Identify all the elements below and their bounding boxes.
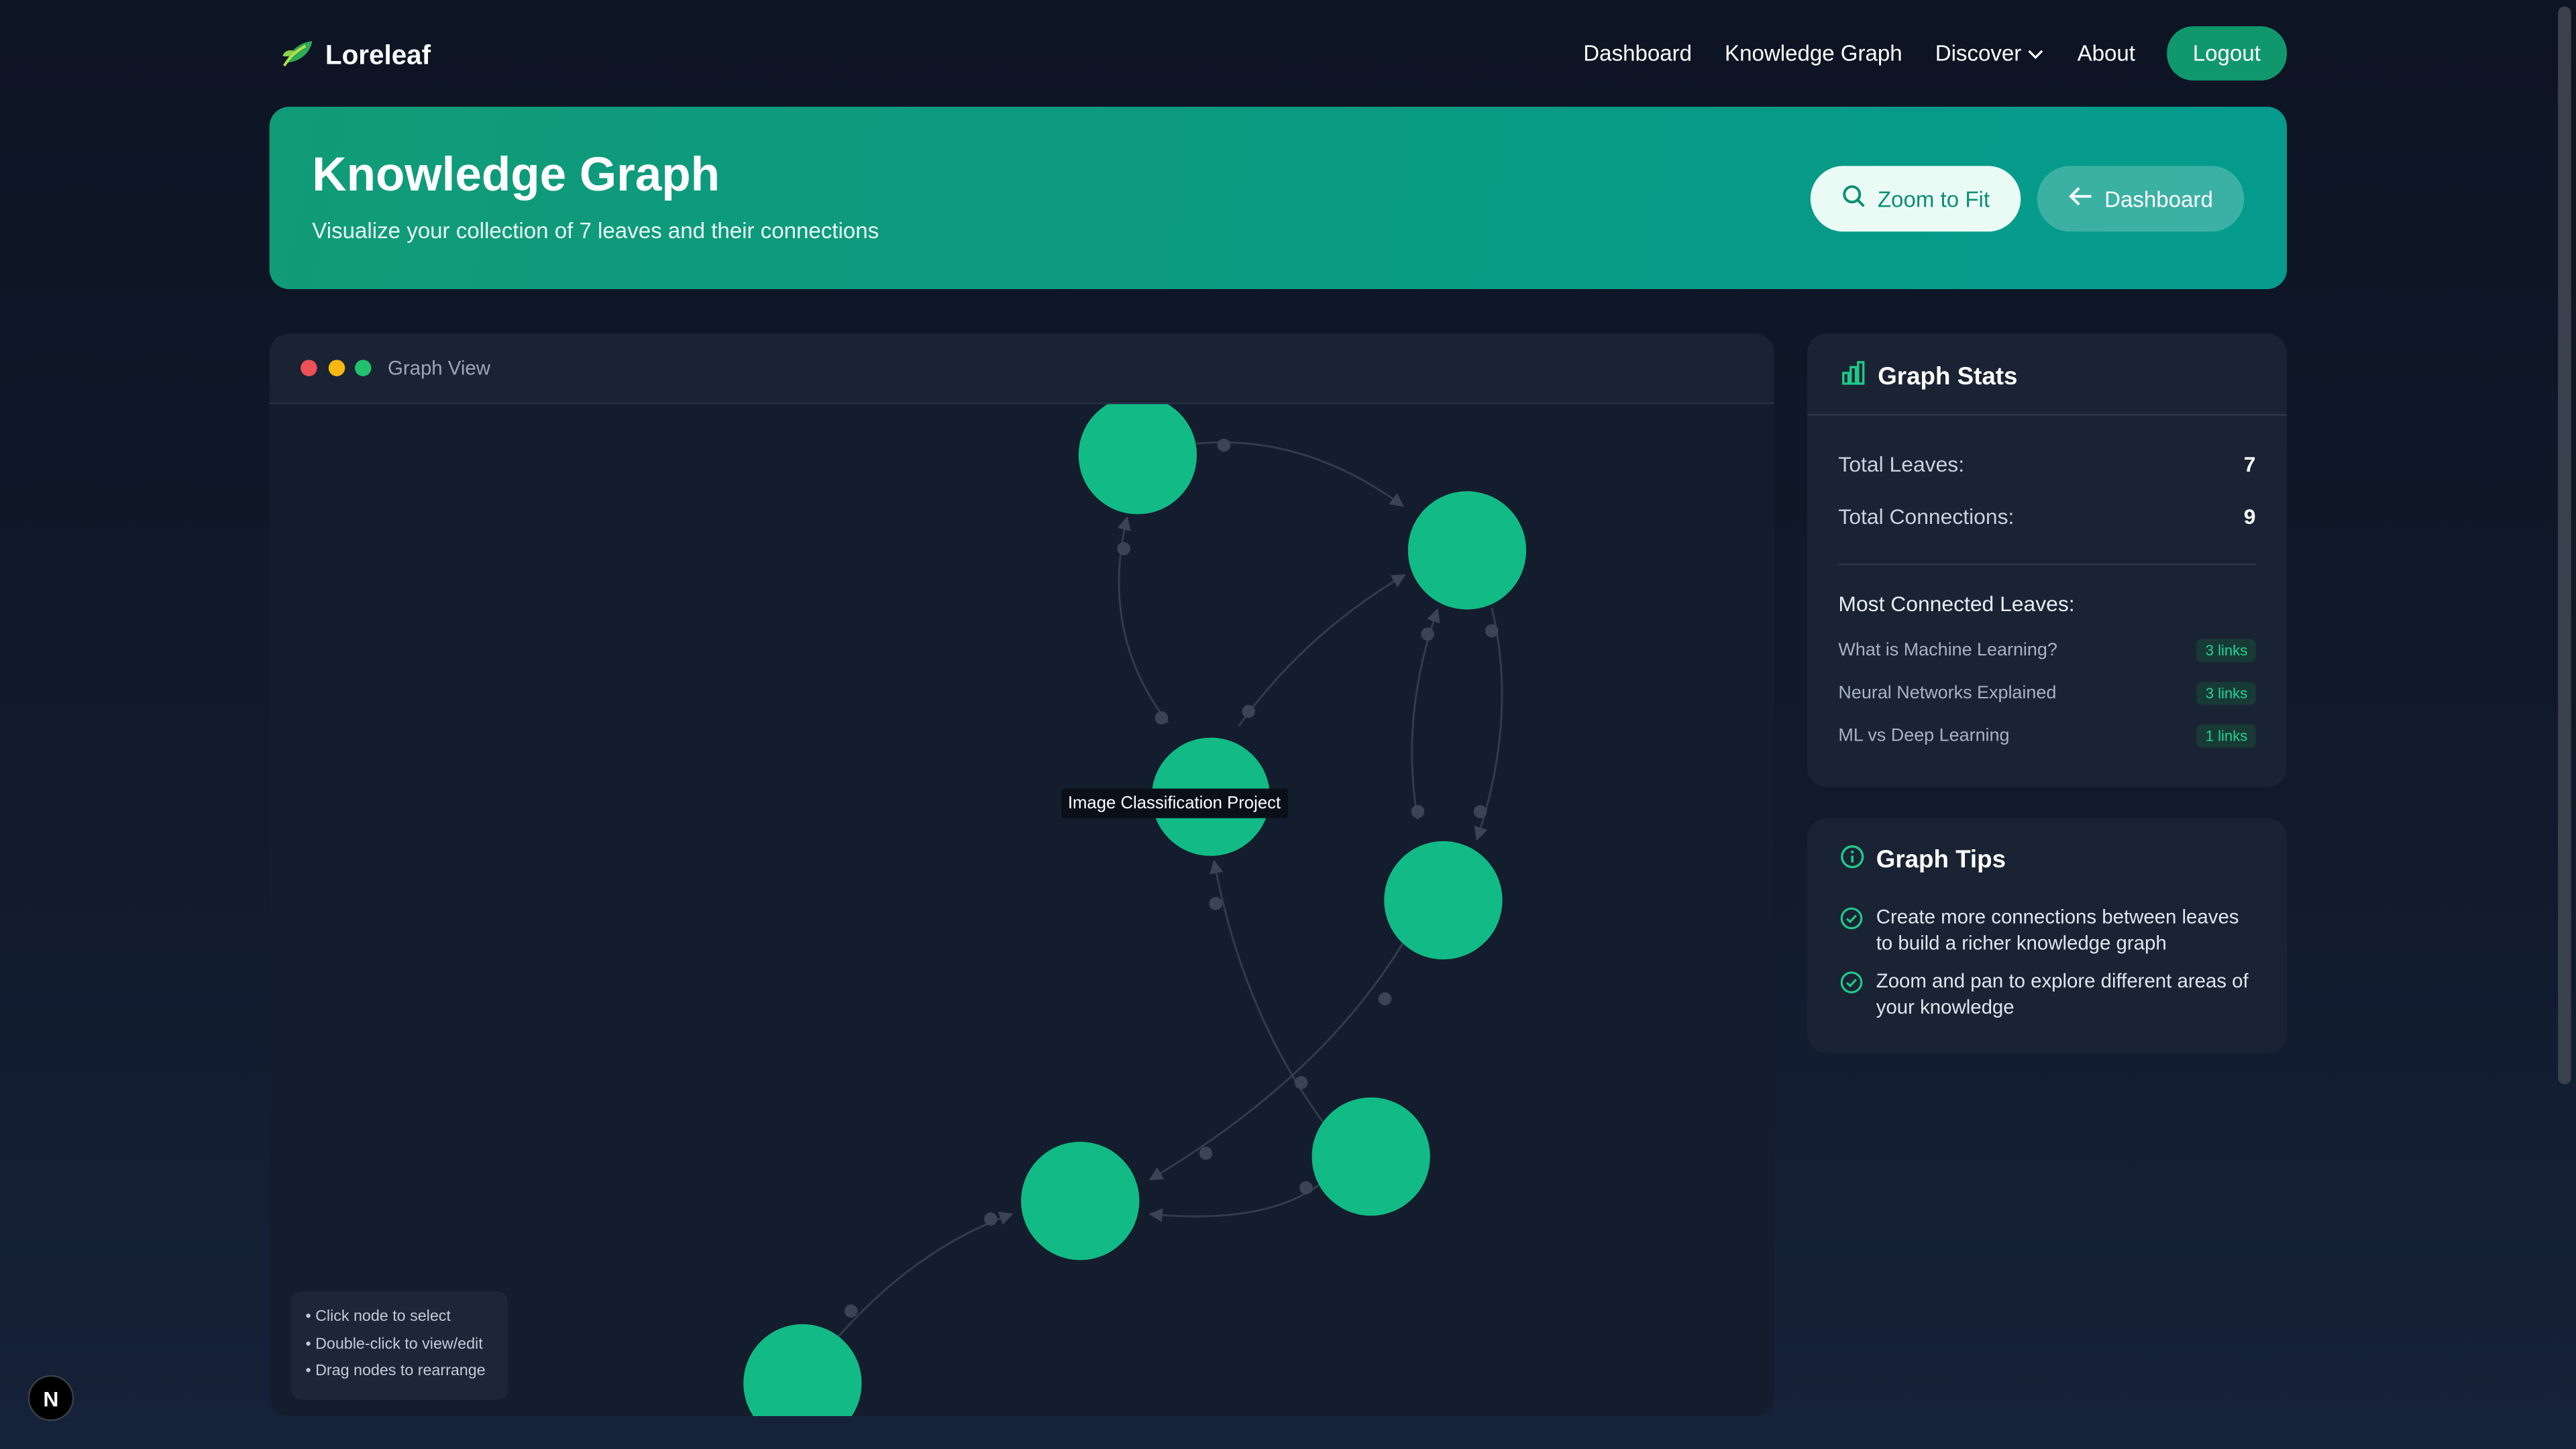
edge-midpoint — [1411, 805, 1425, 818]
edge-midpoint — [1299, 1181, 1313, 1195]
top-navbar: Loreleaf Dashboard Knowledge Graph Disco… — [270, 0, 2288, 105]
leaf-name: ML vs Deep Learning — [1838, 726, 2010, 746]
graph-canvas[interactable] — [270, 404, 1774, 1417]
tip-text: Create more connections between leaves t… — [1876, 905, 2239, 955]
graph-edge — [827, 1212, 1014, 1350]
zoom-to-fit-button[interactable]: Zoom to Fit — [1810, 166, 2021, 232]
leaf-icon — [279, 36, 315, 77]
back-to-dashboard-label: Dashboard — [2104, 186, 2213, 211]
graph-node[interactable] — [1407, 491, 1527, 610]
window-maximize-dot — [354, 360, 372, 376]
edge-midpoint — [1199, 1146, 1213, 1160]
divider — [1807, 414, 2288, 416]
stat-total-leaves: Total Leaves: 7 — [1838, 451, 2255, 476]
graph-node[interactable] — [1311, 1097, 1430, 1216]
graph-edge — [1210, 859, 1326, 1124]
nav-link-discover-label: Discover — [1935, 41, 2022, 66]
brand-name: Loreleaf — [325, 41, 431, 71]
node-tooltip: Image Classification Project — [1061, 788, 1287, 818]
leaf-name: Neural Networks Explained — [1838, 683, 2057, 704]
info-icon — [1840, 845, 1865, 876]
nav-link-discover[interactable]: Discover — [1935, 41, 2045, 66]
help-line: • Click node to select — [305, 1307, 451, 1326]
edge-midpoint — [1209, 897, 1223, 910]
help-line: • Double-click to view/edit — [305, 1334, 483, 1353]
stat-label: Total Connections: — [1838, 504, 2015, 529]
scrollbar[interactable] — [2558, 6, 2571, 1085]
logout-button[interactable]: Logout — [2166, 26, 2288, 81]
arrow-left-icon — [2068, 186, 2093, 212]
most-connected-title: Most Connected Leaves: — [1838, 591, 2075, 616]
edge-midpoint — [1485, 624, 1499, 638]
graph-edge — [1474, 607, 1503, 841]
zoom-to-fit-label: Zoom to Fit — [1877, 186, 1990, 211]
graph-stats-header: Graph Stats — [1840, 360, 2018, 392]
edge-midpoint — [1421, 627, 1434, 641]
graph-panel: Graph View Image Classification Project … — [269, 333, 1774, 1417]
graph-window-title: Graph View — [387, 356, 490, 380]
edge-midpoint — [1294, 1076, 1308, 1089]
edge-midpoint — [1155, 711, 1169, 725]
links-badge: 3 links — [2197, 682, 2256, 705]
links-badge: 3 links — [2197, 639, 2256, 662]
most-connected-item[interactable]: ML vs Deep Learning 1 links — [1838, 724, 2256, 748]
hero-banner: Knowledge Graph Visualize your collectio… — [269, 107, 2288, 290]
links-badge: 1 links — [2197, 724, 2256, 748]
brand-logo[interactable]: Loreleaf — [279, 36, 431, 77]
graph-tips-title: Graph Tips — [1876, 846, 2006, 874]
edge-midpoint — [1378, 992, 1392, 1006]
edge-midpoint — [983, 1212, 998, 1226]
tip-item: Create more connections between leaves t… — [1840, 904, 2251, 956]
stat-value: 9 — [2243, 504, 2256, 529]
nav-link-knowledge-graph[interactable]: Knowledge Graph — [1725, 41, 1902, 66]
graph-edge — [1195, 441, 1405, 507]
divider — [1838, 564, 2256, 566]
check-circle-icon — [1840, 904, 1863, 956]
stat-value: 7 — [2243, 451, 2256, 477]
leaf-name: What is Machine Learning? — [1838, 641, 2057, 661]
graph-window-header: Graph View — [269, 333, 1774, 405]
bar-chart-icon — [1840, 360, 1866, 392]
framework-badge[interactable]: N — [28, 1375, 74, 1421]
stat-label: Total Leaves: — [1838, 451, 1965, 477]
edge-midpoint — [1217, 438, 1231, 452]
help-line: • Drag nodes to rearrange — [305, 1362, 486, 1381]
graph-node[interactable] — [1078, 404, 1197, 515]
tip-text: Zoom and pan to explore different areas … — [1876, 969, 2249, 1019]
chevron-down-icon — [2028, 41, 2044, 66]
graph-help-box: • Click node to select • Double-click to… — [290, 1291, 508, 1399]
graph-tips-card: Graph Tips Create more connections betwe… — [1807, 818, 2288, 1053]
page-subtitle: Visualize your collection of 7 leaves an… — [312, 218, 879, 244]
graph-edge — [1148, 1179, 1327, 1222]
graph-tips-header: Graph Tips — [1840, 845, 2006, 876]
page-title: Knowledge Graph — [312, 149, 720, 203]
edge-midpoint — [1117, 542, 1130, 555]
graph-node[interactable] — [1021, 1142, 1140, 1260]
search-icon — [1841, 184, 1866, 213]
tip-item: Zoom and pan to explore different areas … — [1840, 967, 2251, 1020]
graph-edge — [1411, 608, 1440, 820]
most-connected-item[interactable]: What is Machine Learning? 3 links — [1838, 639, 2256, 662]
most-connected-item[interactable]: Neural Networks Explained 3 links — [1838, 682, 2256, 705]
window-minimize-dot — [328, 360, 345, 376]
graph-node[interactable] — [743, 1324, 862, 1417]
graph-stats-card: Graph Stats Total Leaves: 7 Total Connec… — [1807, 333, 2288, 788]
window-close-dot — [301, 360, 317, 376]
edge-midpoint — [1473, 805, 1487, 818]
edge-midpoint — [844, 1304, 858, 1318]
nav-link-dashboard[interactable]: Dashboard — [1583, 41, 1692, 66]
edge-midpoint — [1242, 704, 1256, 718]
back-to-dashboard-button[interactable]: Dashboard — [2037, 166, 2245, 232]
stat-total-connections: Total Connections: 9 — [1838, 504, 2255, 529]
graph-stats-title: Graph Stats — [1878, 362, 2018, 390]
nav-link-about[interactable]: About — [2078, 41, 2135, 66]
graph-node[interactable] — [1384, 841, 1503, 960]
check-circle-icon — [1840, 967, 1863, 1020]
graph-edge — [1238, 574, 1406, 727]
